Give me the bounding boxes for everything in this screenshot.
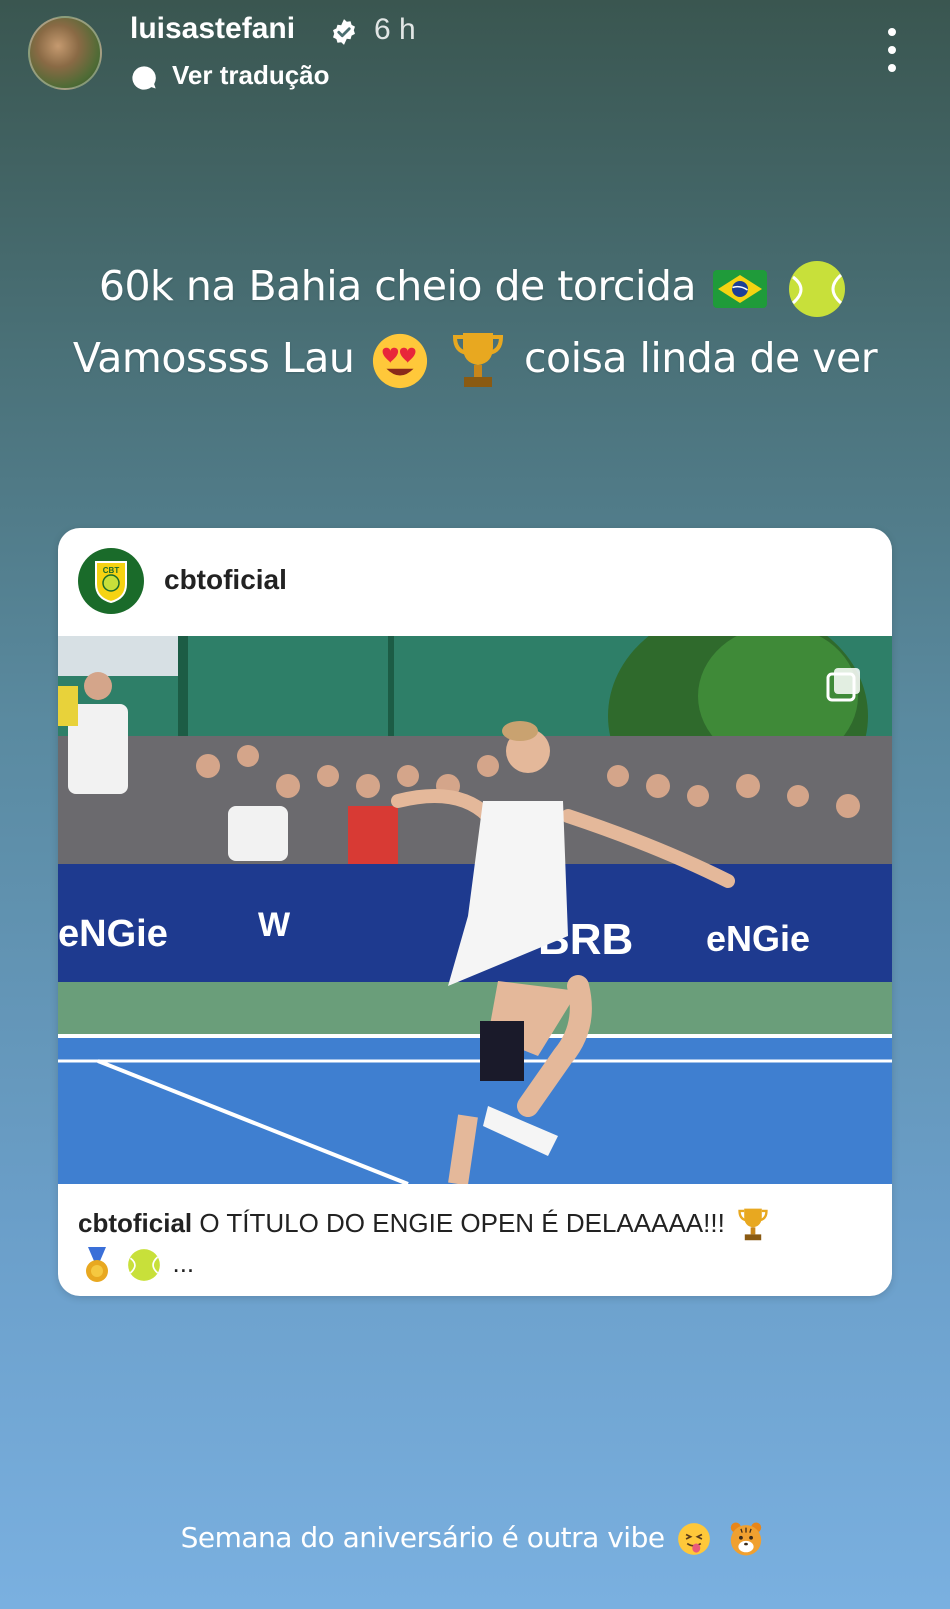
story-header: luisastefani 6 h Ver tradução xyxy=(0,0,950,110)
story-footer-caption: Semana do aniversário é outra vibe xyxy=(0,1520,950,1558)
engie-banner-right: eNGie xyxy=(706,918,810,959)
brazil-flag-icon xyxy=(712,270,767,308)
shared-post-caption: cbtoficial O TÍTULO DO ENGIE OPEN É DELA… xyxy=(78,1204,868,1283)
caption-text: O TÍTULO DO ENGIE OPEN É DELAAAAA!!! xyxy=(199,1208,725,1238)
post-time: 6 h xyxy=(374,13,416,46)
post-photo[interactable]: eNGie W BRB eNGie xyxy=(58,636,892,1184)
story-caption-line-2: Vamossss Lau coisa linda de ver xyxy=(0,322,950,394)
user-avatar[interactable] xyxy=(28,16,102,90)
verified-icon xyxy=(333,19,355,45)
shared-post-username[interactable]: cbtoficial xyxy=(164,564,287,596)
caption-more[interactable]: ... xyxy=(172,1248,194,1278)
footer-text: Semana do aniversário é outra vibe xyxy=(180,1521,666,1554)
tennis-celebration-image: eNGie W BRB eNGie xyxy=(58,636,892,1184)
translate-icon[interactable] xyxy=(130,64,158,92)
w-logo: W xyxy=(258,906,291,944)
more-icon[interactable] xyxy=(880,28,904,72)
tennis-ball-icon xyxy=(789,261,846,317)
tennis-ball-icon xyxy=(128,1249,161,1282)
story-caption-text-3: coisa linda de ver xyxy=(523,334,878,382)
medal-icon xyxy=(86,1247,108,1283)
shared-post-card[interactable]: CBT cbtoficial eNGie W BRB eNGie cbtofic… xyxy=(58,528,892,1296)
cbt-logo-avatar[interactable]: CBT xyxy=(78,548,144,614)
cbt-logo-icon: CBT xyxy=(95,561,127,604)
trophy-icon xyxy=(738,1208,768,1241)
engie-banner-left: eNGie xyxy=(58,913,168,955)
tiger-icon xyxy=(731,1522,762,1556)
caption-username[interactable]: cbtoficial xyxy=(78,1208,192,1238)
story-username[interactable]: luisastefani xyxy=(130,12,295,46)
story-caption-line-1: 60k na Bahia cheio de torcida xyxy=(0,250,950,322)
story-caption-text-1: 60k na Bahia cheio de torcida xyxy=(98,262,697,310)
translate-button[interactable]: Ver tradução xyxy=(172,60,330,91)
cbt-logo-text: CBT xyxy=(103,566,120,575)
heart-eyes-icon xyxy=(372,333,427,389)
story-caption-text-2: Vamossss Lau xyxy=(72,334,355,382)
multi-image-icon xyxy=(826,668,860,702)
trophy-icon xyxy=(453,333,504,387)
story-caption: 60k na Bahia cheio de torcida Vamossss L… xyxy=(0,250,950,394)
tongue-face-icon xyxy=(678,1523,710,1555)
